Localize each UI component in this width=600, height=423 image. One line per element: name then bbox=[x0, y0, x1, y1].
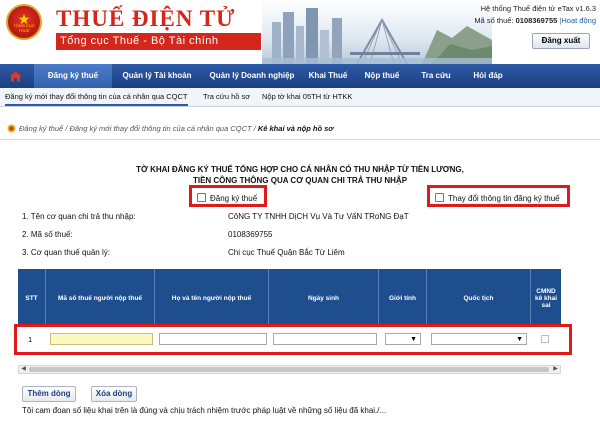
nav-item-khai-thue[interactable]: Khai Thuế bbox=[302, 64, 354, 88]
main-nav: Đăng ký thuế Quản lý Tài khoản Quản lý D… bbox=[0, 64, 600, 88]
col-header-ma-so-thue: Mã số thuế người nộp thuế bbox=[46, 269, 155, 327]
emblem-text: TỔNG CỤC THUẾ bbox=[13, 23, 35, 33]
col-header-ngay-sinh: Ngày sinh bbox=[269, 269, 379, 327]
home-button[interactable] bbox=[0, 64, 30, 88]
system-name: Hệ thống Thuế điện tử eTax v1.6.3 bbox=[480, 4, 596, 13]
tax-emblem-logo: ★ TỔNG CỤC THUẾ bbox=[6, 4, 42, 40]
sub-nav: Đăng ký mới thay đổi thông tin của cá nh… bbox=[0, 88, 600, 107]
tax-office-label: 3. Cơ quan thuế quản lý: bbox=[22, 248, 110, 257]
tax-code-label: Mã số thuế: bbox=[474, 16, 514, 25]
form-title-line-1: TỜ KHAI ĐĂNG KÝ THUẾ TỔNG HỢP CHO CÁ NHÂ… bbox=[136, 165, 464, 174]
highlight-box-row bbox=[14, 324, 572, 355]
option-register-thue[interactable]: Đăng ký thuế bbox=[197, 193, 257, 203]
payer-org-label: 1. Tên cơ quan chi trả thu nhập: bbox=[22, 212, 136, 221]
col-header-ho-ten: Họ và tên người nộp thuế bbox=[155, 269, 269, 327]
option-change-label: Thay đổi thông tin đăng ký thuế bbox=[448, 194, 560, 203]
nav-item-hoi-dap[interactable]: Hỏi đáp bbox=[462, 64, 514, 88]
divider bbox=[0, 139, 600, 140]
col-header-gioi-tinh: Giới tính bbox=[379, 269, 427, 327]
nav-item-quan-ly-doanh-nghiep[interactable]: Quản lý Doanh nghiệp bbox=[202, 64, 302, 88]
col-header-stt: STT bbox=[18, 269, 46, 327]
option-register-label: Đăng ký thuế bbox=[210, 194, 258, 203]
register-checkbox[interactable] bbox=[197, 193, 206, 202]
logout-button[interactable]: Đăng xuất bbox=[532, 33, 590, 49]
breadcrumb-path[interactable]: Đăng ký thuế / Đăng ký mới thay đổi thôn… bbox=[19, 124, 256, 133]
horizontal-scrollbar[interactable]: ◀ ▶ bbox=[18, 365, 561, 374]
nav-item-quan-ly-tai-khoan[interactable]: Quản lý Tài khoản bbox=[112, 64, 202, 88]
subnav-item-tra-cuu-ho-so[interactable]: Tra cứu hồ sơ bbox=[203, 88, 250, 106]
col-header-quoc-tich: Quốc tịch bbox=[427, 269, 531, 327]
col-header-cmnd-ke-khai-sai: CMND kê khai sai bbox=[534, 287, 558, 309]
skyline-banner-image bbox=[262, 0, 492, 64]
user-tax-code-line: Mã số thuế: 0108369755 |Hoạt động bbox=[474, 16, 596, 25]
payer-org-value: CôNG TY TNHH DịCH Vụ Và Tư VấN TRoNG ĐạT bbox=[228, 212, 409, 221]
activity-link[interactable]: Hoạt động bbox=[561, 16, 596, 25]
table-header: STT Mã số thuế người nộp thuế Họ và tên … bbox=[18, 269, 561, 327]
scroll-left-icon[interactable]: ◀ bbox=[19, 366, 28, 373]
commitment-text: Tôi cam đoan số liệu khai trên là đúng v… bbox=[22, 406, 387, 415]
change-info-checkbox[interactable] bbox=[435, 193, 444, 202]
breadcrumb-icon bbox=[7, 124, 16, 133]
tax-code-value: 0108369755 bbox=[515, 16, 558, 25]
brand-title: THUẾ ĐIỆN TỬ bbox=[56, 6, 236, 31]
nav-item-nop-thue[interactable]: Nộp thuế bbox=[354, 64, 410, 88]
brand-subtitle: Tổng cục Thuế - Bộ Tài chính bbox=[56, 33, 261, 50]
scroll-thumb[interactable] bbox=[29, 367, 549, 372]
payer-tax-code-value: 0108369755 bbox=[228, 230, 273, 239]
breadcrumb-current: Kê khai và nộp hồ sơ bbox=[257, 124, 334, 133]
payer-tax-code-label: 2. Mã số thuế: bbox=[22, 230, 73, 239]
delete-row-button[interactable]: Xóa dòng bbox=[91, 386, 137, 402]
subnav-item-nop-to-khai[interactable]: Nộp tờ khai 05TH từ HTKK bbox=[262, 88, 352, 106]
home-icon bbox=[9, 71, 21, 81]
site-header: ★ TỔNG CỤC THUẾ THUẾ ĐIỆN TỬ Tổng cục Th… bbox=[0, 0, 600, 64]
subnav-item-dang-ky-moi[interactable]: Đăng ký mới thay đổi thông tin của cá nh… bbox=[5, 88, 188, 106]
option-change-info[interactable]: Thay đổi thông tin đăng ký thuế bbox=[435, 193, 560, 203]
nav-item-dang-ky-thue[interactable]: Đăng ký thuế bbox=[34, 64, 112, 88]
add-row-button[interactable]: Thêm dòng bbox=[22, 386, 76, 402]
scroll-right-icon[interactable]: ▶ bbox=[551, 366, 560, 373]
breadcrumb: Đăng ký thuế / Đăng ký mới thay đổi thôn… bbox=[7, 124, 333, 133]
tax-office-value: Chi cục Thuế Quận Bắc Từ Liêm bbox=[228, 248, 345, 257]
nav-item-tra-cuu[interactable]: Tra cứu bbox=[410, 64, 462, 88]
form-title-line-2: TIỀN CÔNG THÔNG QUA CƠ QUAN CHI TRẢ THU … bbox=[192, 176, 408, 185]
